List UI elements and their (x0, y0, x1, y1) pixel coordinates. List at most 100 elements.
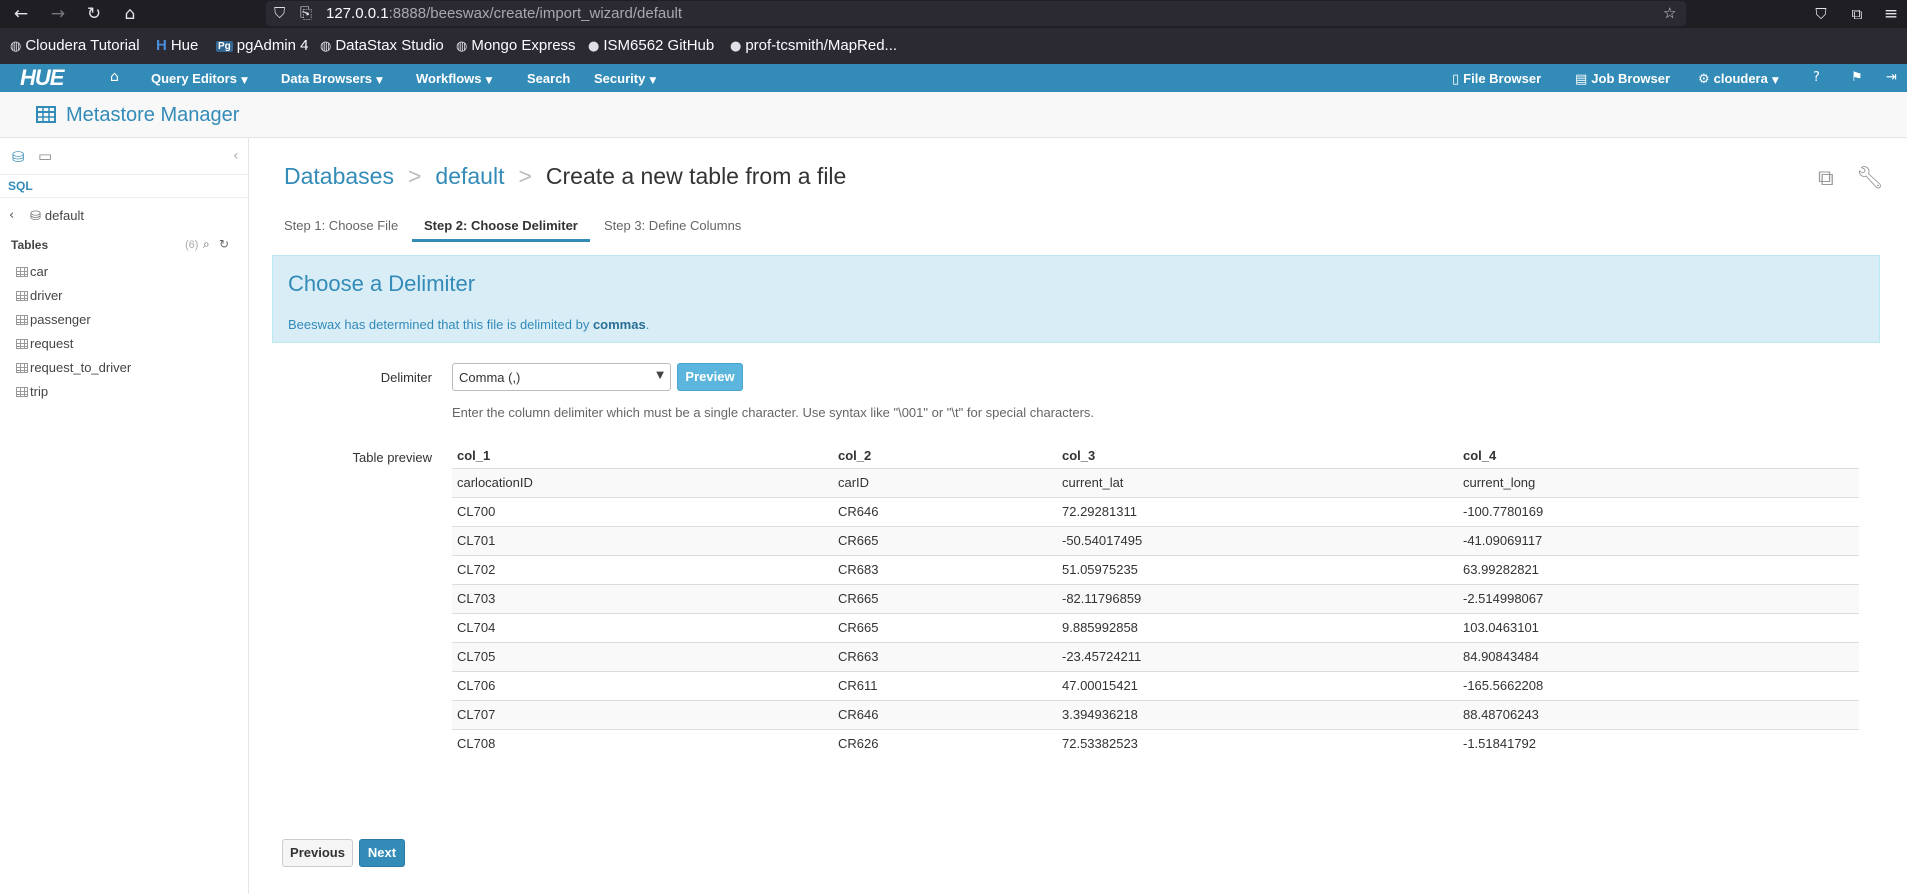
delimiter-info-alert: Choose a Delimiter Beeswax has determine… (272, 255, 1880, 343)
bookmark-pgadmin[interactable]: Pg pgAdmin 4 (216, 37, 309, 54)
bookmark-hue[interactable]: H Hue (156, 37, 198, 54)
table-cell: 63.99282821 (1458, 554, 1859, 584)
sql-label: SQL (8, 179, 33, 193)
nav-file-browser[interactable]: ▯ File Browser (1452, 71, 1541, 87)
table-cell: 51.05975235 (1057, 554, 1458, 584)
breadcrumb-database[interactable]: default (435, 163, 504, 189)
refresh-icon[interactable]: ↻ (219, 237, 229, 251)
table-cell: CL700 (452, 496, 833, 526)
table-cell: 72.29281311 (1057, 496, 1458, 526)
home-icon[interactable]: ⌂ (110, 69, 119, 85)
table-cell: 84.90843484 (1458, 641, 1859, 671)
chevron-down-icon: ▼ (240, 76, 248, 86)
nav-workflows[interactable]: Workflows ▼ (416, 71, 492, 86)
table-cell: CR665 (833, 583, 1057, 613)
shield-icon[interactable]: ⛉ (274, 3, 285, 23)
table-row: CL703 CR665 -82.11796859 -2.514998067 (452, 583, 1859, 613)
bookmark-prof-tcsmith[interactable]: ● prof-tcsmith/MapRed... (730, 37, 897, 54)
table-cell: CL707 (452, 699, 833, 729)
table-cell: 3.394936218 (1057, 699, 1458, 729)
table-cell: CL705 (452, 641, 833, 671)
table-cell: CR665 (833, 525, 1057, 555)
delimiter-help-text: Enter the column delimiter which must be… (452, 405, 1095, 420)
home-icon[interactable]: ⌂ (119, 3, 141, 25)
table-cell: CR683 (833, 554, 1057, 584)
table-item-car[interactable]: car (16, 264, 131, 288)
sign-out-icon[interactable]: ⇥ (1886, 70, 1897, 85)
preview-button[interactable]: Preview (677, 363, 743, 391)
table-cell: 103.0463101 (1458, 612, 1859, 642)
globe-icon: ◍ (456, 39, 468, 54)
pocket-icon[interactable]: ⛉ (1810, 3, 1832, 25)
search-icon[interactable]: ⌕ (203, 237, 210, 252)
bookmark-ism6562-github[interactable]: ● ISM6562 GitHub (588, 37, 714, 54)
table-cell: CR663 (833, 641, 1057, 671)
table-cell: CR665 (833, 612, 1057, 642)
tab-step-3[interactable]: Step 3: Define Columns (604, 218, 741, 233)
database-icon[interactable]: ⛁ (12, 148, 25, 166)
tab-step-2[interactable]: Step 2: Choose Delimiter (424, 218, 578, 233)
delimiter-select[interactable]: Comma (,) ▼ (452, 363, 671, 391)
nav-user-menu[interactable]: ⚙ cloudera ▼ (1698, 71, 1779, 87)
url-host: 127.0.0.1 (326, 5, 389, 22)
hue-logo[interactable]: HUE (20, 66, 64, 90)
bookmark-mongo-express[interactable]: ◍ Mongo Express (456, 37, 576, 54)
back-chevron-icon[interactable]: ‹ (9, 208, 14, 223)
table-row: CL702 CR683 51.05975235 63.99282821 (452, 554, 1859, 584)
table-item-passenger[interactable]: passenger (16, 312, 131, 336)
tables-list: car driver passenger request request_to_… (16, 264, 131, 408)
bookmark-cloudera-tutorial[interactable]: ◍ Cloudera Tutorial (10, 37, 140, 54)
breadcrumb: Databases > default > Create a new table fro… (284, 163, 846, 190)
back-arrow-icon[interactable]: ← (10, 3, 32, 25)
nav-security[interactable]: Security ▼ (594, 71, 656, 86)
tab-step-1[interactable]: Step 1: Choose File (284, 218, 398, 233)
bookmark-datastax-studio[interactable]: ◍ DataStax Studio (320, 37, 444, 54)
forward-arrow-icon[interactable]: → (47, 3, 69, 25)
flag-icon[interactable]: ⚑ (1851, 70, 1863, 85)
page-info-icon[interactable]: ⎘ (300, 3, 312, 23)
table-cell: carID (833, 467, 1057, 497)
browser-toolbar: ← → ↻ ⌂ ⛉ ⎘ 127.0.0.1:8888/beeswax/creat… (0, 0, 1907, 28)
previous-button[interactable]: Previous (282, 839, 353, 867)
sql-section-header[interactable]: SQL (0, 174, 248, 198)
breadcrumb-databases[interactable]: Databases (284, 163, 394, 189)
table-cell: current_lat (1057, 467, 1458, 497)
table-item-request-to-driver[interactable]: request_to_driver (16, 360, 131, 384)
address-bar[interactable]: ⛉ ⎘ 127.0.0.1:8888/beeswax/create/import… (266, 1, 1686, 26)
table-item-driver[interactable]: driver (16, 288, 131, 312)
table-preview: col_1 col_2 col_3 col_4 carlocationID car… (452, 444, 1859, 758)
wrench-icon[interactable]: 🔧︎ (1856, 166, 1884, 191)
nav-data-browsers[interactable]: Data Browsers ▼ (281, 71, 383, 86)
table-icon (16, 339, 28, 349)
table-row: CL708 CR626 72.53382523 -1.51841792 (452, 728, 1859, 758)
extensions-icon[interactable]: ⧉ (1846, 3, 1868, 25)
alert-text: Beeswax has determined that this file is… (288, 317, 650, 332)
table-item-request[interactable]: request (16, 336, 131, 360)
table-cell: -100.7780169 (1458, 496, 1859, 526)
table-row: CL701 CR665 -50.54017495 -41.09069117 (452, 525, 1859, 555)
column-header: col_4 (1463, 448, 1497, 464)
table-cell: CL704 (452, 612, 833, 642)
collapse-panel-icon[interactable]: ‹ (233, 148, 239, 164)
table-cell: -23.45724211 (1057, 641, 1458, 671)
table-cell: -2.514998067 (1458, 583, 1859, 613)
nav-search[interactable]: Search (527, 71, 570, 86)
file-icon: ▯ (1452, 72, 1460, 87)
copy-icon[interactable]: ⧉ (1818, 166, 1834, 191)
tables-heading: Tables (11, 238, 49, 252)
reload-icon[interactable]: ↻ (83, 3, 105, 25)
nav-job-browser[interactable]: ▤ Job Browser (1575, 71, 1670, 87)
database-selector[interactable]: ⛁ default (30, 208, 84, 224)
url-text[interactable]: 127.0.0.1:8888/beeswax/create/import_wiz… (326, 5, 682, 22)
help-icon[interactable]: ? (1813, 70, 1820, 85)
next-button[interactable]: Next (359, 839, 405, 867)
table-cell: CR646 (833, 496, 1057, 526)
folder-icon[interactable]: ▭ (38, 147, 52, 165)
assist-panel: ⛁ ▭ ‹ SQL ‹ ⛁ default Tables (6) ⌕ ↻ car … (0, 138, 249, 894)
page-title[interactable]: Metastore Manager (36, 104, 239, 127)
menu-icon[interactable]: ≡ (1880, 3, 1902, 25)
table-item-trip[interactable]: trip (16, 384, 131, 408)
nav-query-editors[interactable]: Query Editors ▼ (151, 71, 248, 86)
alert-title: Choose a Delimiter (288, 271, 476, 296)
bookmark-star-icon[interactable]: ☆ (1663, 3, 1676, 23)
